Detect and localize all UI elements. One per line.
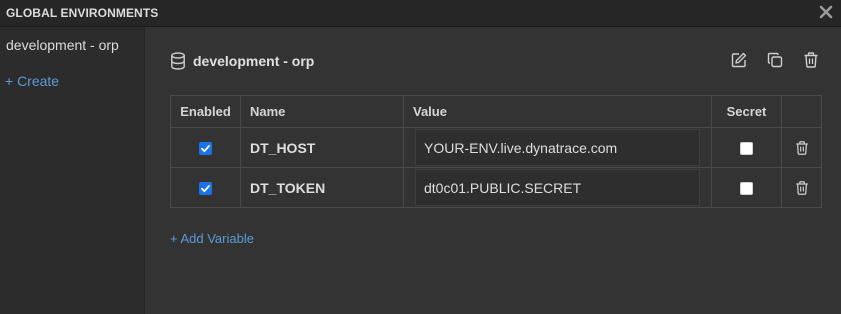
secret-cell bbox=[711, 167, 782, 208]
environment-panel: development - orp Enabled Name Value Sec… bbox=[145, 27, 841, 314]
check-icon bbox=[201, 145, 210, 153]
sidebar-item-environment[interactable]: development - orp bbox=[6, 37, 119, 53]
enabled-checkbox[interactable] bbox=[199, 182, 212, 196]
variable-value-input[interactable]: dt0c01.PUBLIC.SECRET bbox=[415, 169, 700, 206]
variable-name[interactable]: DT_HOST bbox=[240, 127, 404, 168]
environment-title: development - orp bbox=[193, 53, 315, 69]
enabled-cell bbox=[170, 167, 241, 208]
column-header-name: Name bbox=[240, 95, 404, 128]
create-environment-link[interactable]: + Create bbox=[5, 73, 59, 89]
table-row: DT_HOST YOUR-ENV.live.dynatrace.com bbox=[170, 127, 822, 168]
column-header-enabled: Enabled bbox=[170, 95, 241, 128]
delete-environment-icon[interactable] bbox=[802, 51, 820, 69]
delete-cell bbox=[781, 127, 822, 168]
delete-variable-icon[interactable] bbox=[794, 140, 810, 156]
environment-actions bbox=[730, 51, 820, 69]
column-header-actions bbox=[781, 95, 822, 128]
sidebar: development - orp + Create bbox=[0, 27, 145, 314]
column-header-value: Value bbox=[403, 95, 712, 128]
add-variable-link[interactable]: + Add Variable bbox=[170, 231, 254, 246]
title-bar: GLOBAL ENVIRONMENTS bbox=[0, 0, 841, 27]
check-icon bbox=[201, 185, 210, 193]
close-icon[interactable] bbox=[819, 5, 833, 19]
duplicate-icon[interactable] bbox=[766, 51, 784, 69]
delete-cell bbox=[781, 167, 822, 208]
enabled-cell bbox=[170, 127, 241, 168]
table-header-row: Enabled Name Value Secret bbox=[170, 95, 822, 128]
environment-header: development - orp bbox=[170, 51, 314, 71]
delete-variable-icon[interactable] bbox=[794, 180, 810, 196]
variable-value-input[interactable]: YOUR-ENV.live.dynatrace.com bbox=[415, 129, 700, 166]
variable-value-cell: dt0c01.PUBLIC.SECRET bbox=[403, 167, 712, 208]
secret-checkbox[interactable] bbox=[740, 142, 753, 156]
window-title: GLOBAL ENVIRONMENTS bbox=[6, 6, 159, 20]
variable-value-cell: YOUR-ENV.live.dynatrace.com bbox=[403, 127, 712, 168]
secret-cell bbox=[711, 127, 782, 168]
variables-table: Enabled Name Value Secret DT_HOST YOUR-E… bbox=[170, 95, 822, 208]
column-header-secret: Secret bbox=[711, 95, 782, 128]
table-row: DT_TOKEN dt0c01.PUBLIC.SECRET bbox=[170, 167, 822, 208]
enabled-checkbox[interactable] bbox=[199, 142, 212, 156]
variable-name[interactable]: DT_TOKEN bbox=[240, 167, 404, 208]
edit-icon[interactable] bbox=[730, 51, 748, 69]
database-icon bbox=[171, 52, 185, 70]
secret-checkbox[interactable] bbox=[740, 182, 753, 196]
